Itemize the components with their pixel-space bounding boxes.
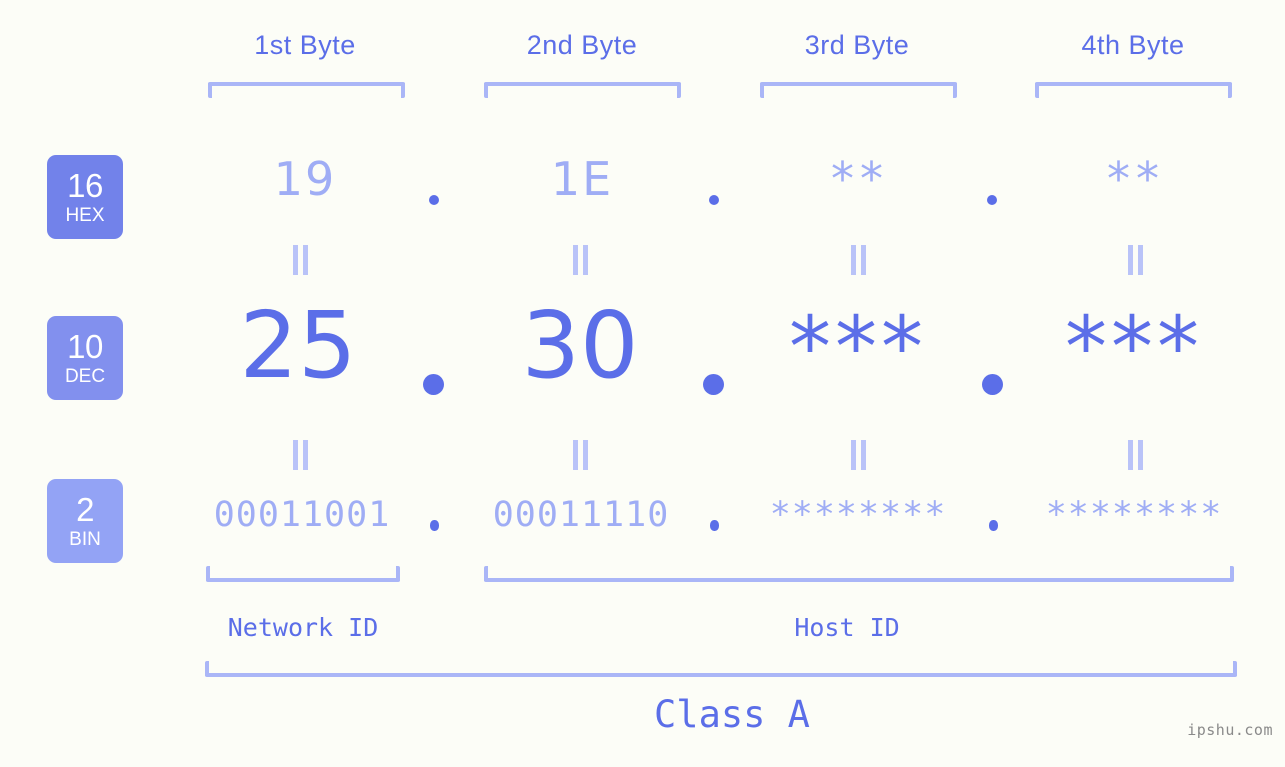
equals-mark-hex-dec-3 — [848, 245, 870, 275]
equals-mark-hex-dec-4 — [1125, 245, 1147, 275]
hex-separator-dot-2 — [709, 195, 719, 205]
bin-byte-3: ******** — [769, 495, 947, 535]
base-badge-bin-label: BIN — [69, 529, 101, 550]
bin-byte-4: ******** — [1045, 495, 1223, 535]
bin-separator-dot-1 — [430, 520, 439, 531]
host-id-bracket — [484, 566, 1234, 582]
base-badge-hex-number: 16 — [67, 167, 103, 204]
byte-header-1: 1st Byte — [254, 30, 356, 60]
equals-mark-dec-bin-2 — [570, 440, 592, 470]
byte-bracket-2 — [484, 82, 681, 98]
base-badge-bin: 2 BIN — [47, 479, 123, 563]
dec-byte-4: *** — [1065, 298, 1203, 396]
bin-separator-dot-3 — [989, 520, 998, 531]
network-id-bracket — [206, 566, 400, 582]
bin-byte-1: 00011001 — [213, 495, 391, 535]
base-badge-dec: 10 DEC — [47, 316, 123, 400]
base-badge-hex: 16 HEX — [47, 155, 123, 239]
site-watermark: ipshu.com — [1187, 721, 1273, 739]
dec-separator-dot-3 — [982, 374, 1003, 395]
bin-byte-2: 00011110 — [492, 495, 670, 535]
ip-address-breakdown-diagram: 1st Byte 2nd Byte 3rd Byte 4th Byte 16 H… — [0, 0, 1285, 767]
dec-byte-1: 25 — [239, 292, 357, 399]
base-badge-bin-number: 2 — [76, 491, 94, 528]
byte-header-3: 3rd Byte — [804, 30, 910, 60]
byte-bracket-4 — [1035, 82, 1232, 98]
equals-mark-dec-bin-1 — [290, 440, 312, 470]
equals-mark-hex-dec-1 — [290, 245, 312, 275]
bin-separator-dot-2 — [710, 520, 719, 531]
class-bracket — [205, 661, 1237, 677]
hex-byte-2: 1E — [550, 152, 614, 206]
base-badge-dec-number: 10 — [67, 328, 103, 365]
base-badge-hex-label: HEX — [65, 205, 105, 226]
class-label: Class A — [654, 693, 810, 736]
byte-header-4: 4th Byte — [1081, 30, 1185, 60]
hex-separator-dot-1 — [429, 195, 439, 205]
dec-separator-dot-2 — [703, 374, 724, 395]
dec-byte-2: 30 — [521, 292, 639, 399]
network-id-label: Network ID — [227, 613, 379, 642]
equals-mark-dec-bin-3 — [848, 440, 870, 470]
byte-bracket-3 — [760, 82, 957, 98]
hex-byte-4: ** — [1107, 152, 1165, 206]
host-id-label: Host ID — [794, 613, 900, 642]
byte-header-2: 2nd Byte — [526, 30, 638, 60]
equals-mark-dec-bin-4 — [1125, 440, 1147, 470]
dec-byte-3: *** — [789, 298, 927, 396]
dec-separator-dot-1 — [423, 374, 444, 395]
equals-mark-hex-dec-2 — [570, 245, 592, 275]
byte-bracket-1 — [208, 82, 405, 98]
hex-byte-1: 19 — [273, 152, 337, 206]
hex-separator-dot-3 — [987, 195, 997, 205]
hex-byte-3: ** — [831, 152, 889, 206]
base-badge-dec-label: DEC — [64, 366, 106, 387]
